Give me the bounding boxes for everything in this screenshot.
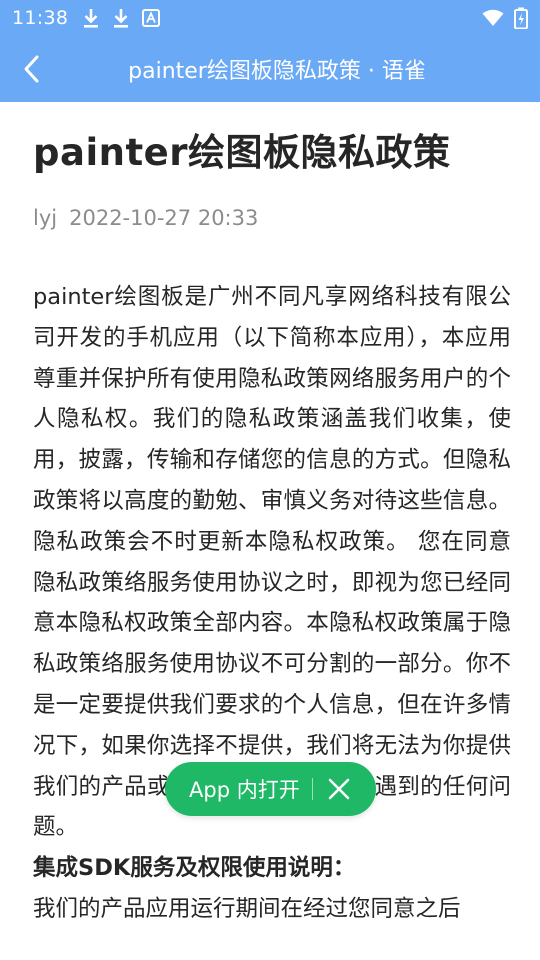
status-time: 11:38 <box>12 7 69 29</box>
open-in-app-banner: App 内打开 <box>165 762 376 816</box>
wifi-icon <box>482 9 504 27</box>
section-heading-sdk: 集成SDK服务及权限使用说明： <box>33 855 356 882</box>
back-button[interactable] <box>0 36 64 102</box>
paragraph-sdk: 我们的产品应用运行期间在经过您同意之后 <box>33 895 461 922</box>
close-banner-button[interactable] <box>313 762 365 816</box>
publish-date: 2022-10-27 20:33 <box>69 206 259 230</box>
battery-icon <box>514 7 528 29</box>
author-name[interactable]: lyj <box>33 203 57 233</box>
app-bar: painter绘图板隐私政策 · 语雀 <box>0 36 540 102</box>
document-meta: lyj 2022-10-27 20:33 <box>33 203 511 233</box>
chevron-left-icon <box>24 55 39 83</box>
app-bar-title: painter绘图板隐私政策 · 语雀 <box>128 59 426 84</box>
close-icon <box>328 778 350 800</box>
notification-icons <box>82 7 172 29</box>
system-icons <box>472 7 528 29</box>
status-bar: 11:38 <box>0 0 540 36</box>
document-title: painter绘图板隐私政策 <box>33 131 451 174</box>
download-icon <box>112 7 130 29</box>
font-notification-icon <box>142 9 161 27</box>
download-icon <box>82 7 100 29</box>
open-in-app-button[interactable]: App 内打开 <box>165 774 300 804</box>
page: 11:38 painter绘图板隐私政策 · 语雀 painter绘图板隐私政策… <box>0 0 540 960</box>
